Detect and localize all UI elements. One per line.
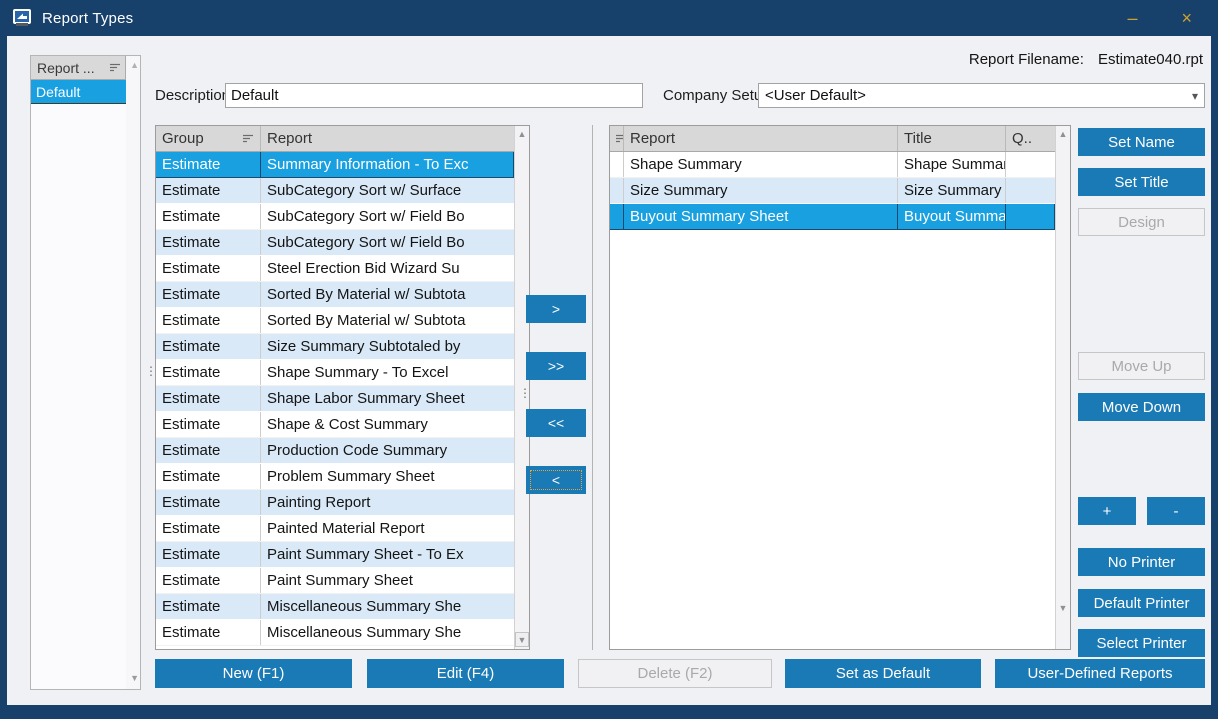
scroll-down-icon[interactable]: ▼: [130, 673, 139, 683]
titlebar: Report Types – ×: [0, 0, 1218, 36]
scroll-up-icon[interactable]: ▲: [1056, 129, 1070, 139]
table-row[interactable]: Shape Summary Shape Summary: [610, 152, 1055, 178]
add-button[interactable]: +: [1078, 497, 1136, 525]
select-printer-button[interactable]: Select Printer: [1078, 629, 1205, 657]
table-row[interactable]: Estimate Steel Erection Bid Wizard Su: [156, 256, 514, 282]
user-defined-reports-button[interactable]: User-Defined Reports: [995, 659, 1205, 688]
move-all-right-button[interactable]: >>: [526, 352, 586, 380]
no-printer-button[interactable]: No Printer: [1078, 548, 1205, 576]
remove-button[interactable]: -: [1147, 497, 1205, 525]
table-row[interactable]: Estimate Shape & Cost Summary: [156, 412, 514, 438]
move-right-button[interactable]: >: [526, 295, 586, 323]
move-all-left-button[interactable]: <<: [526, 409, 586, 437]
sort-icon: [612, 134, 624, 143]
column-header-sorter[interactable]: [610, 126, 624, 151]
set-title-button[interactable]: Set Title: [1078, 168, 1205, 196]
report-types-window: Report Types – × Report Filename: Estima…: [0, 0, 1218, 719]
chevron-down-icon: ▾: [1192, 89, 1198, 103]
report-type-item[interactable]: Default: [31, 80, 126, 104]
table-row[interactable]: Estimate Problem Summary Sheet: [156, 464, 514, 490]
column-header-queue[interactable]: Q..: [1006, 126, 1055, 151]
selected-reports-grid: Report Title Q.. Shape Summary Shape Sum…: [609, 125, 1071, 650]
report-filename-value: Estimate040.rpt: [1098, 51, 1203, 68]
column-header-title[interactable]: Title: [898, 126, 1006, 151]
move-up-button[interactable]: Move Up: [1078, 352, 1205, 380]
close-icon[interactable]: ×: [1181, 9, 1192, 27]
set-name-button[interactable]: Set Name: [1078, 128, 1205, 156]
report-types-panel: Report ... Default ▲ ▼: [30, 55, 141, 690]
table-row[interactable]: Estimate SubCategory Sort w/ Field Bo: [156, 230, 514, 256]
dialog-content: Report Filename: Estimate040.rpt Descrip…: [7, 36, 1211, 705]
pane-separator: [592, 125, 593, 650]
design-button[interactable]: Design: [1078, 208, 1205, 236]
table-row[interactable]: Estimate Miscellaneous Summary She: [156, 620, 514, 646]
table-row[interactable]: Estimate Production Code Summary: [156, 438, 514, 464]
window-title: Report Types: [42, 10, 133, 27]
selected-reports-header: Report Title Q..: [610, 126, 1055, 152]
table-row[interactable]: Estimate Sorted By Material w/ Subtota: [156, 282, 514, 308]
table-row[interactable]: Buyout Summary Sheet Buyout Summary S: [610, 204, 1055, 230]
minimize-icon[interactable]: –: [1127, 9, 1137, 27]
available-reports-header: Group Report: [156, 126, 514, 152]
default-printer-button[interactable]: Default Printer: [1078, 589, 1205, 617]
new-button[interactable]: New (F1): [155, 659, 352, 688]
table-row[interactable]: Estimate Size Summary Subtotaled by: [156, 334, 514, 360]
table-row[interactable]: Estimate Paint Summary Sheet: [156, 568, 514, 594]
column-header-report[interactable]: Report: [261, 126, 514, 151]
table-row[interactable]: Estimate SubCategory Sort w/ Surface: [156, 178, 514, 204]
set-as-default-button[interactable]: Set as Default: [785, 659, 981, 688]
description-label: Description:: [155, 87, 234, 104]
report-types-column-header[interactable]: Report ...: [31, 56, 126, 80]
splitter-grip-icon[interactable]: ⋮: [145, 366, 157, 376]
table-row[interactable]: Estimate SubCategory Sort w/ Field Bo: [156, 204, 514, 230]
report-types-rows: Default: [31, 80, 126, 689]
column-header-report[interactable]: Report: [624, 126, 898, 151]
table-row[interactable]: Estimate Paint Summary Sheet - To Ex: [156, 542, 514, 568]
splitter-grip-icon[interactable]: ⋮: [519, 388, 531, 398]
company-setup-value: <User Default>: [765, 87, 866, 104]
table-row[interactable]: Estimate Painted Material Report: [156, 516, 514, 542]
scroll-up-icon[interactable]: ▲: [130, 60, 139, 70]
scroll-down-icon[interactable]: ▼: [1056, 603, 1070, 613]
table-row[interactable]: Estimate Painting Report: [156, 490, 514, 516]
description-input[interactable]: [225, 83, 643, 108]
table-row[interactable]: Estimate Summary Information - To Exc: [156, 152, 514, 178]
delete-button[interactable]: Delete (F2): [578, 659, 772, 688]
app-icon: [12, 8, 32, 28]
edit-button[interactable]: Edit (F4): [367, 659, 564, 688]
available-reports-grid: Group Report Estimate Summary Inf: [155, 125, 530, 650]
table-row[interactable]: Estimate Shape Labor Summary Sheet: [156, 386, 514, 412]
scroll-down-icon[interactable]: ▼: [515, 632, 529, 647]
scrollbar[interactable]: ▲ ▼: [1055, 126, 1070, 649]
table-row[interactable]: Estimate Sorted By Material w/ Subtota: [156, 308, 514, 334]
sort-icon: [239, 134, 254, 143]
move-left-button[interactable]: <: [526, 466, 586, 494]
move-down-button[interactable]: Move Down: [1078, 393, 1205, 421]
column-header-group[interactable]: Group: [156, 126, 261, 151]
sort-icon: [110, 63, 121, 72]
selected-reports-rows: Shape Summary Shape Summary Size Summary…: [610, 152, 1055, 649]
company-setup-select[interactable]: <User Default> ▾: [758, 83, 1205, 108]
table-row[interactable]: Estimate Shape Summary - To Excel: [156, 360, 514, 386]
report-filename-label: Report Filename:: [969, 51, 1084, 68]
report-filename-row: Report Filename: Estimate040.rpt: [969, 51, 1203, 68]
table-row[interactable]: Size Summary Size Summary: [610, 178, 1055, 204]
scroll-up-icon[interactable]: ▲: [515, 129, 529, 139]
available-reports-rows: Estimate Summary Information - To Exc Es…: [156, 152, 514, 649]
table-row[interactable]: Estimate Miscellaneous Summary She: [156, 594, 514, 620]
